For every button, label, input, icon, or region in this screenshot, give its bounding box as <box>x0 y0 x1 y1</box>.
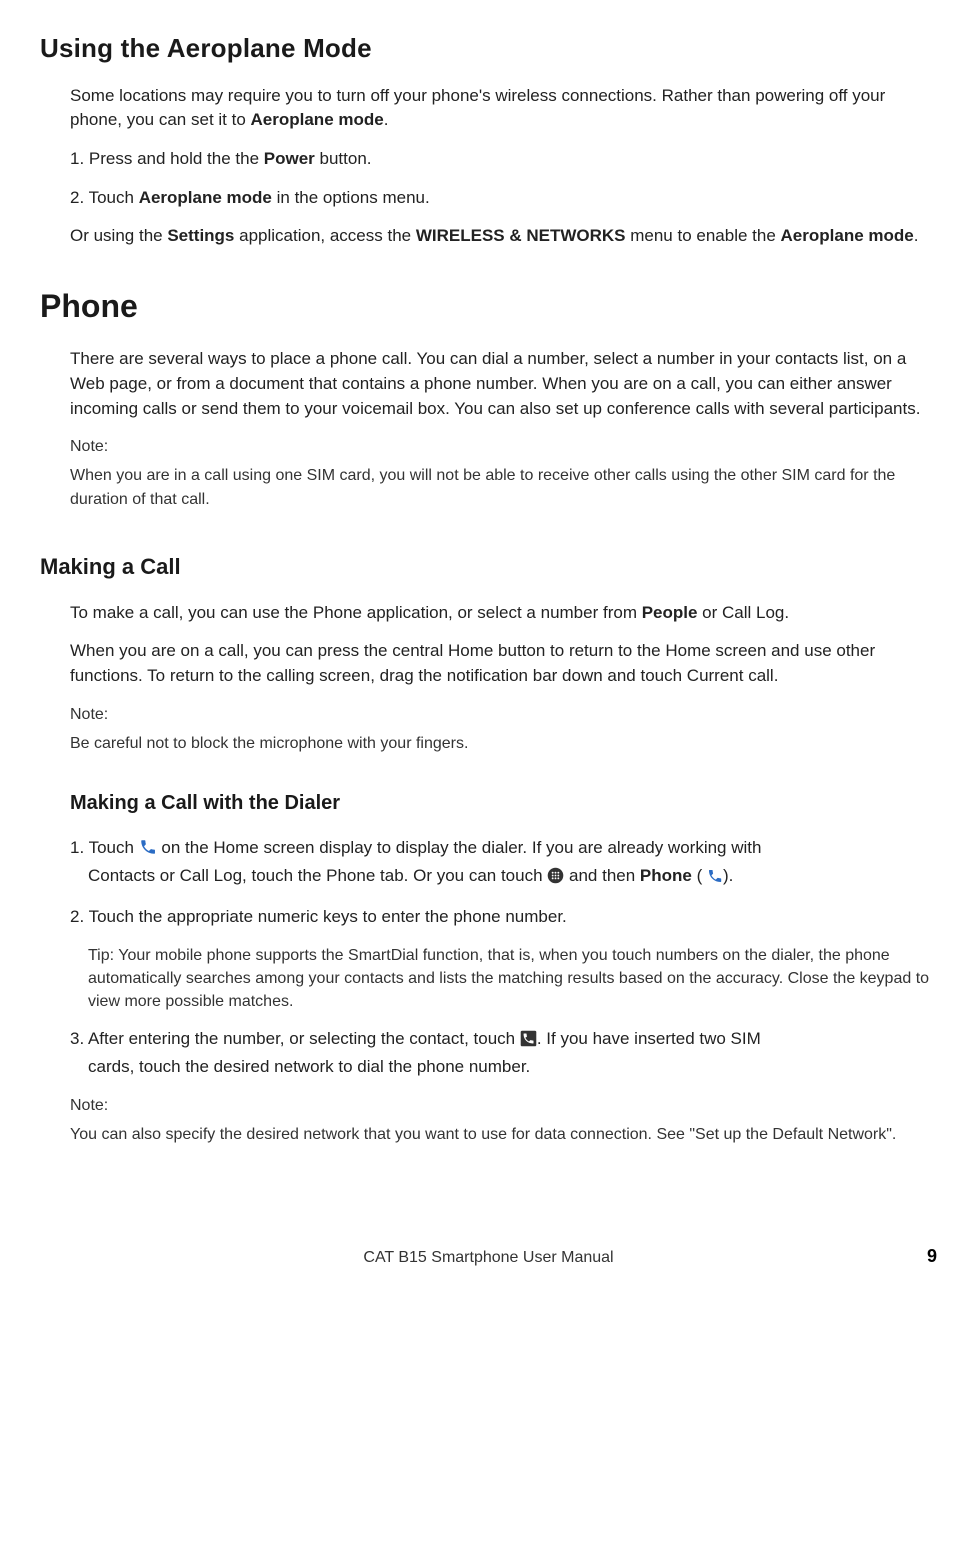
text: 3. After entering the number, or selecti… <box>70 1029 520 1048</box>
aeroplane-intro: Some locations may require you to turn o… <box>70 84 937 133</box>
making-call-note-body: Be careful not to block the microphone w… <box>70 732 937 755</box>
text: Contacts or Call Log, touch the Phone ta… <box>88 866 547 885</box>
page-footer: CAT B15 Smartphone User Manual 9 <box>40 1246 937 1269</box>
text: Or using the <box>70 226 167 245</box>
text: 2. Touch <box>70 188 139 207</box>
text: on the Home screen display to display th… <box>161 838 761 857</box>
text: button. <box>315 149 372 168</box>
bold-settings: Settings <box>167 226 234 245</box>
text: or Call Log. <box>697 603 789 622</box>
aeroplane-step-2: 2. Touch Aeroplane mode in the options m… <box>70 186 937 211</box>
making-call-p1: To make a call, you can use the Phone ap… <box>70 601 937 626</box>
apps-grid-icon <box>547 867 564 892</box>
bold-people: People <box>642 603 698 622</box>
page-number: 9 <box>927 1243 937 1269</box>
text: ). <box>723 866 733 885</box>
bold-phone: Phone <box>640 866 692 885</box>
bold-power: Power <box>264 149 315 168</box>
heading-phone: Phone <box>40 283 937 329</box>
text: . If you have inserted two SIM <box>537 1029 761 1048</box>
bold-aeroplane-mode: Aeroplane mode <box>781 226 914 245</box>
text: and then <box>569 866 640 885</box>
heading-aeroplane-mode: Using the Aeroplane Mode <box>40 30 937 68</box>
text: . <box>914 226 919 245</box>
phone-note-label: Note: <box>70 435 937 458</box>
text: . <box>384 110 389 129</box>
dialer-note-label: Note: <box>70 1094 937 1117</box>
bold-aeroplane-mode: Aeroplane mode <box>251 110 384 129</box>
footer-title: CAT B15 Smartphone User Manual <box>363 1249 613 1266</box>
making-call-p2: When you are on a call, you can press th… <box>70 639 937 688</box>
bold-wireless-networks: WIRELESS & NETWORKS <box>416 226 626 245</box>
text: To make a call, you can use the Phone ap… <box>70 603 642 622</box>
text: cards, touch the desired network to dial… <box>70 1055 937 1080</box>
text: menu to enable the <box>626 226 781 245</box>
heading-making-call: Making a Call <box>40 551 937 583</box>
dialer-tip: Tip: Your mobile phone supports the Smar… <box>70 944 937 1014</box>
phone-icon <box>707 867 723 892</box>
heading-dialer: Making a Call with the Dialer <box>70 789 937 818</box>
call-button-icon <box>520 1030 537 1055</box>
text: application, access the <box>234 226 415 245</box>
text: Some locations may require you to turn o… <box>70 86 885 130</box>
text: ( <box>692 866 702 885</box>
bold-aeroplane-mode: Aeroplane mode <box>139 188 272 207</box>
making-call-note-label: Note: <box>70 703 937 726</box>
dialer-step-3: 3. After entering the number, or selecti… <box>70 1027 937 1079</box>
aeroplane-alt: Or using the Settings application, acces… <box>70 224 937 249</box>
text: 1. Press and hold the the <box>70 149 264 168</box>
dialer-step-1: 1. Touch on the Home screen display to d… <box>70 836 937 891</box>
phone-intro: There are several ways to place a phone … <box>70 347 937 421</box>
dialer-note-body: You can also specify the desired network… <box>70 1123 937 1146</box>
text: 1. Touch <box>70 838 139 857</box>
phone-icon <box>139 838 157 864</box>
aeroplane-step-1: 1. Press and hold the the Power button. <box>70 147 937 172</box>
dialer-step-2: 2. Touch the appropriate numeric keys to… <box>70 905 937 930</box>
phone-note-body: When you are in a call using one SIM car… <box>70 464 937 510</box>
text: in the options menu. <box>272 188 430 207</box>
